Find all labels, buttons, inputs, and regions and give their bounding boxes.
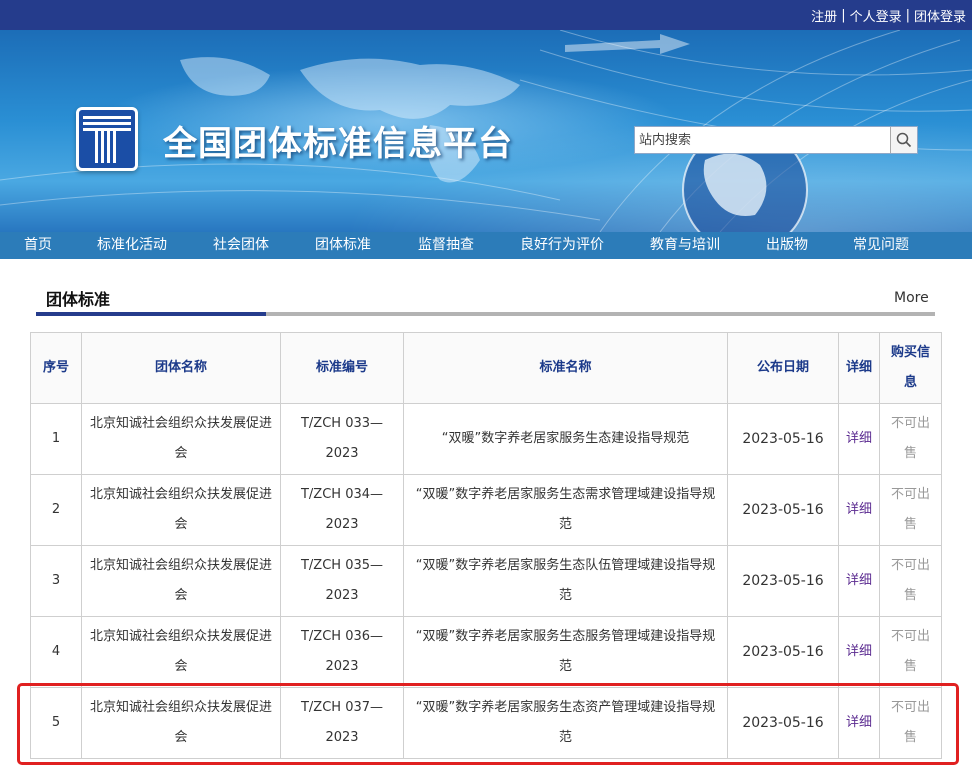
table-header-row: 序号 团体名称 标准编号 标准名称 公布日期 详细 购买信息 — [30, 332, 942, 404]
row-detail-cell: 详细 — [838, 474, 880, 546]
site-logo[interactable] — [76, 107, 138, 171]
standards-table: 序号 团体名称 标准编号 标准名称 公布日期 详细 购买信息 1 北京知诚社会组… — [30, 332, 942, 759]
row-code: T/ZCH 035—2023 — [280, 545, 404, 617]
row-date: 2023-05-16 — [727, 616, 839, 688]
row-buy-info: 不可出售 — [879, 403, 942, 475]
header-no: 序号 — [30, 332, 82, 404]
table-row: 3 北京知诚社会组织众扶发展促进会 T/ZCH 035—2023 “双暖”数字养… — [30, 545, 942, 617]
separator: | — [841, 7, 846, 23]
detail-link[interactable]: 详细 — [846, 644, 872, 659]
row-detail-cell: 详细 — [838, 687, 880, 759]
row-detail-cell: 详细 — [838, 545, 880, 617]
header-code: 标准编号 — [280, 332, 404, 404]
row-no: 4 — [30, 616, 82, 688]
row-org: 北京知诚社会组织众扶发展促进会 — [81, 687, 281, 759]
row-no: 5 — [30, 687, 82, 759]
table-row: 2 北京知诚社会组织众扶发展促进会 T/ZCH 034—2023 “双暖”数字养… — [30, 474, 942, 546]
row-org: 北京知诚社会组织众扶发展促进会 — [81, 616, 281, 688]
row-date: 2023-05-16 — [727, 474, 839, 546]
search-icon — [896, 132, 912, 148]
row-code: T/ZCH 034—2023 — [280, 474, 404, 546]
row-no: 1 — [30, 403, 82, 475]
row-buy-info: 不可出售 — [879, 687, 942, 759]
more-link[interactable]: More — [894, 290, 929, 306]
row-org: 北京知诚社会组织众扶发展促进会 — [81, 545, 281, 617]
row-org: 北京知诚社会组织众扶发展促进会 — [81, 403, 281, 475]
row-detail-cell: 详细 — [838, 616, 880, 688]
section-title: 团体标准 — [46, 290, 111, 309]
row-date: 2023-05-16 — [727, 403, 839, 475]
detail-link[interactable]: 详细 — [846, 431, 872, 446]
header-date: 公布日期 — [727, 332, 839, 404]
nav-item-group-standards[interactable]: 团体标准 — [315, 232, 371, 259]
logo-t-icon — [83, 116, 131, 163]
register-link[interactable]: 注册 — [811, 6, 837, 25]
group-login-link[interactable]: 团体登录 — [914, 6, 966, 25]
nav-item-faq[interactable]: 常见问题 — [853, 232, 909, 259]
main-nav: 首页 标准化活动 社会团体 团体标准 监督抽查 良好行为评价 教育与培训 出版物… — [0, 232, 972, 259]
nav-item-home[interactable]: 首页 — [24, 232, 52, 259]
row-standard-name: “双暖”数字养老居家服务生态需求管理域建设指导规范 — [403, 474, 728, 546]
detail-link[interactable]: 详细 — [846, 715, 872, 730]
nav-item-supervision[interactable]: 监督抽查 — [418, 232, 474, 259]
header-name: 标准名称 — [403, 332, 728, 404]
row-buy-info: 不可出售 — [879, 474, 942, 546]
row-code: T/ZCH 037—2023 — [280, 687, 404, 759]
nav-item-education[interactable]: 教育与培训 — [650, 232, 720, 259]
row-date: 2023-05-16 — [727, 545, 839, 617]
nav-item-good-behavior[interactable]: 良好行为评价 — [520, 232, 604, 259]
header-org: 团体名称 — [81, 332, 281, 404]
nav-item-standardization[interactable]: 标准化活动 — [97, 232, 167, 259]
site-title: 全国团体标准信息平台 — [163, 124, 513, 164]
table-row: 4 北京知诚社会组织众扶发展促进会 T/ZCH 036—2023 “双暖”数字养… — [30, 616, 942, 688]
site-search — [634, 126, 918, 154]
search-input[interactable] — [635, 127, 891, 153]
top-utility-bar: 注册 | 个人登录 | 团体登录 — [0, 0, 972, 30]
search-button[interactable] — [890, 127, 917, 153]
nav-item-publications[interactable]: 出版物 — [766, 232, 808, 259]
row-code: T/ZCH 033—2023 — [280, 403, 404, 475]
section-divider-accent — [36, 312, 266, 316]
detail-link[interactable]: 详细 — [846, 573, 872, 588]
header-buy: 购买信息 — [879, 332, 942, 404]
table-row-highlighted: 5 北京知诚社会组织众扶发展促进会 T/ZCH 037—2023 “双暖”数字养… — [30, 687, 942, 759]
header-detail: 详细 — [838, 332, 880, 404]
row-detail-cell: 详细 — [838, 403, 880, 475]
detail-link[interactable]: 详细 — [846, 502, 872, 517]
row-standard-name: “双暖”数字养老居家服务生态资产管理域建设指导规范 — [403, 687, 728, 759]
table-row: 1 北京知诚社会组织众扶发展促进会 T/ZCH 033—2023 “双暖”数字养… — [30, 403, 942, 475]
row-standard-name: “双暖”数字养老居家服务生态服务管理域建设指导规范 — [403, 616, 728, 688]
site-banner: 全国团体标准信息平台 — [0, 30, 972, 232]
row-standard-name: “双暖”数字养老居家服务生态队伍管理域建设指导规范 — [403, 545, 728, 617]
separator: | — [905, 7, 910, 23]
personal-login-link[interactable]: 个人登录 — [850, 6, 902, 25]
row-buy-info: 不可出售 — [879, 545, 942, 617]
row-date: 2023-05-16 — [727, 687, 839, 759]
row-buy-info: 不可出售 — [879, 616, 942, 688]
row-code: T/ZCH 036—2023 — [280, 616, 404, 688]
row-no: 3 — [30, 545, 82, 617]
row-no: 2 — [30, 474, 82, 546]
row-org: 北京知诚社会组织众扶发展促进会 — [81, 474, 281, 546]
row-standard-name: “双暖”数字养老居家服务生态建设指导规范 — [403, 403, 728, 475]
nav-item-social-groups[interactable]: 社会团体 — [213, 232, 269, 259]
